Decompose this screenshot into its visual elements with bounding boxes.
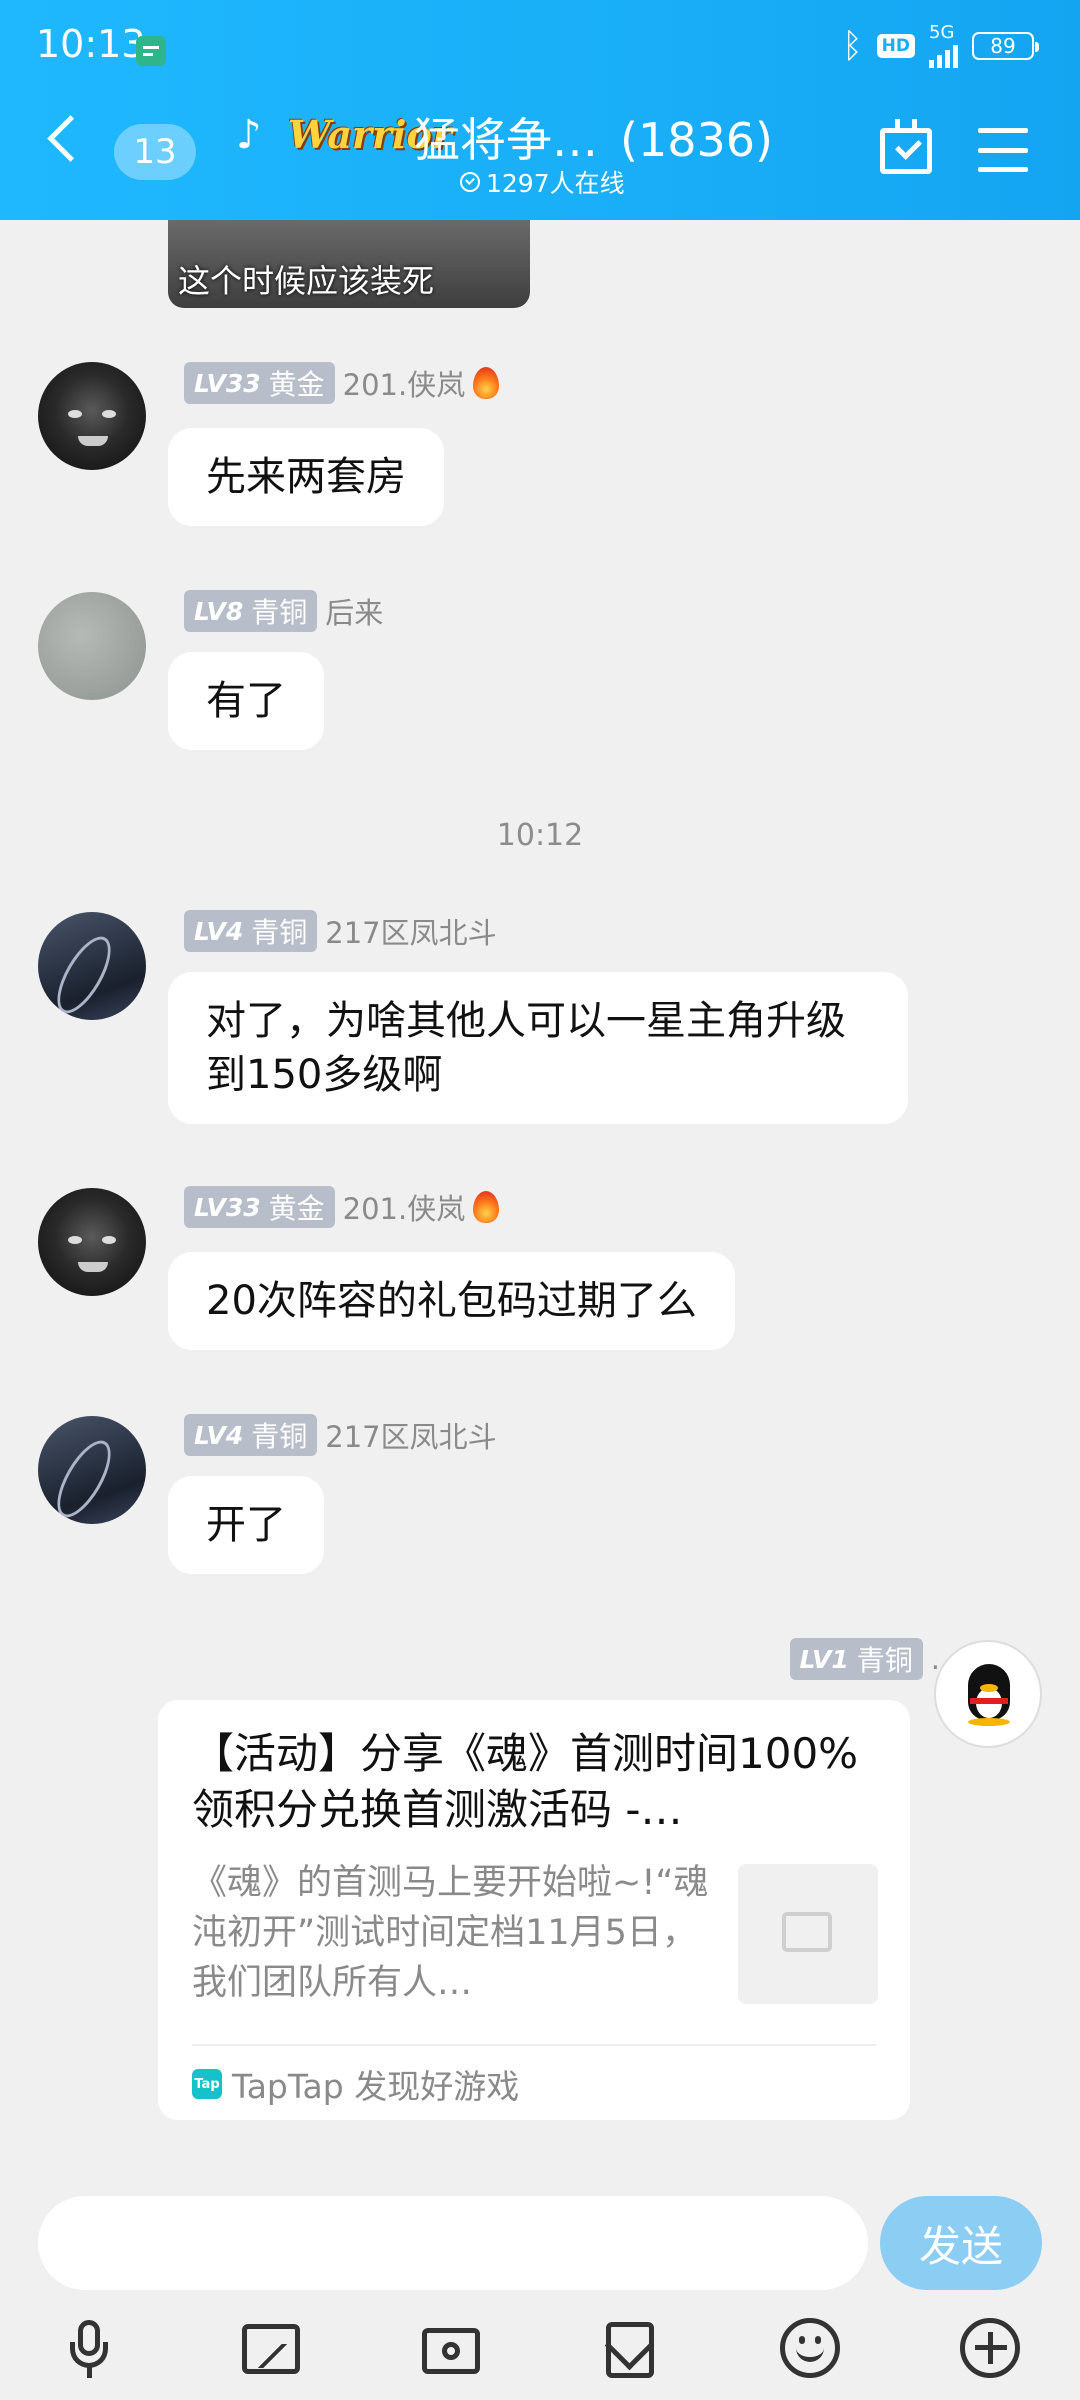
sender-name[interactable]: 201.侠岚: [343, 1186, 466, 1228]
fire-icon: [473, 1191, 500, 1223]
online-check-icon: [460, 172, 480, 192]
card-description: 《魂》的首测马上要开始啦~!“魂沌初开”测试时间定档11月5日，我们团队所有人…: [192, 1863, 709, 2003]
image-placeholder-icon: [782, 1912, 832, 1952]
avatar[interactable]: [38, 1416, 146, 1524]
level-badge: LV33 黄金: [184, 1186, 335, 1228]
status-indicators: ᛒ HD 5G 89: [842, 24, 1039, 68]
menu-icon[interactable]: [978, 128, 1028, 172]
earpiece-mode-icon: ♪: [236, 112, 262, 158]
photo-icon[interactable]: [238, 2316, 302, 2380]
member-count: (1836): [620, 113, 773, 167]
message-input[interactable]: [38, 2196, 868, 2290]
message-bubble[interactable]: 对了，为啥其他人可以一星主角升级到150多级啊: [168, 972, 908, 1124]
card-source-label: TapTap 发现好游戏: [232, 2067, 520, 2106]
message-meta: LV8 青铜 后来: [184, 590, 383, 632]
level-badge: LV8 青铜: [184, 590, 318, 632]
avatar[interactable]: [38, 362, 146, 470]
online-status: 1297人在线: [460, 164, 625, 200]
level-badge: LV4 青铜: [184, 910, 318, 952]
chat-header: 10:13 ᛒ HD 5G 89 13 ♪ Warrior 猛将争… (1836)…: [0, 0, 1080, 220]
group-name: 猛将争…: [414, 113, 598, 167]
message-bubble[interactable]: 有了: [168, 652, 324, 750]
self-message-meta: LV1 青铜 .: [789, 1638, 940, 1680]
back-icon[interactable]: [47, 115, 94, 162]
battery-icon: 89: [972, 32, 1039, 60]
taptap-icon: Tap: [192, 2069, 222, 2099]
card-source: Tap TapTap 发现好游戏: [192, 2060, 519, 2108]
plus-icon[interactable]: [958, 2316, 1022, 2380]
sender-name[interactable]: 217区凤北斗: [325, 910, 496, 952]
card-thumbnail: [738, 1864, 878, 2004]
level-badge: LV1 青铜: [789, 1638, 923, 1680]
message-notification-icon: [136, 36, 166, 66]
online-count: 1297人在线: [486, 169, 625, 198]
signal-icon: 5G: [929, 24, 958, 68]
self-avatar-qq-penguin-icon[interactable]: [934, 1640, 1042, 1748]
camera-icon[interactable]: [418, 2316, 482, 2380]
shared-link-card[interactable]: 【活动】分享《魂》首测时间100%领积分兑换首测激活码 -… 《魂》的首测马上要…: [158, 1700, 910, 2120]
level-badge: LV33 黄金: [184, 362, 335, 404]
message-bubble[interactable]: 先来两套房: [168, 428, 444, 526]
group-title[interactable]: 猛将争… (1836): [414, 104, 773, 170]
unread-count-badge[interactable]: 13: [114, 124, 196, 180]
avatar[interactable]: [38, 1188, 146, 1296]
send-button[interactable]: 发送: [880, 2196, 1042, 2290]
message-meta: LV33 黄金 201.侠岚: [184, 362, 500, 404]
fire-icon: [473, 367, 500, 399]
message-meta: LV33 黄金 201.侠岚: [184, 1186, 500, 1228]
card-title: 【活动】分享《魂》首测时间100%领积分兑换首测激活码 -…: [192, 1729, 859, 1834]
avatar[interactable]: [38, 592, 146, 700]
status-time: 10:13: [36, 22, 146, 66]
card-divider: [192, 2044, 876, 2046]
input-toolbar: [0, 2300, 1080, 2400]
message-bubble[interactable]: 20次阵容的礼包码过期了么: [168, 1252, 735, 1350]
sender-name[interactable]: 217区凤北斗: [325, 1414, 496, 1456]
hd-icon: HD: [876, 34, 915, 58]
emoji-icon[interactable]: [778, 2316, 842, 2380]
message-meta: LV4 青铜 217区凤北斗: [184, 1414, 497, 1456]
level-badge: LV4 青铜: [184, 1414, 318, 1456]
image-caption: 这个时候应该装死: [178, 262, 435, 300]
avatar[interactable]: [38, 912, 146, 1020]
image-message[interactable]: 这个时候应该装死: [168, 220, 530, 308]
sender-name[interactable]: 201.侠岚: [343, 362, 466, 404]
calendar-check-icon[interactable]: [880, 119, 932, 174]
red-packet-icon[interactable]: [598, 2316, 662, 2380]
message-timestamp: 10:12: [496, 818, 584, 853]
message-meta: LV4 青铜 217区凤北斗: [184, 910, 497, 952]
microphone-icon[interactable]: [58, 2316, 122, 2380]
message-bubble[interactable]: 开了: [168, 1476, 324, 1574]
sender-name[interactable]: 后来: [325, 590, 383, 632]
bluetooth-icon: ᛒ: [842, 26, 863, 66]
